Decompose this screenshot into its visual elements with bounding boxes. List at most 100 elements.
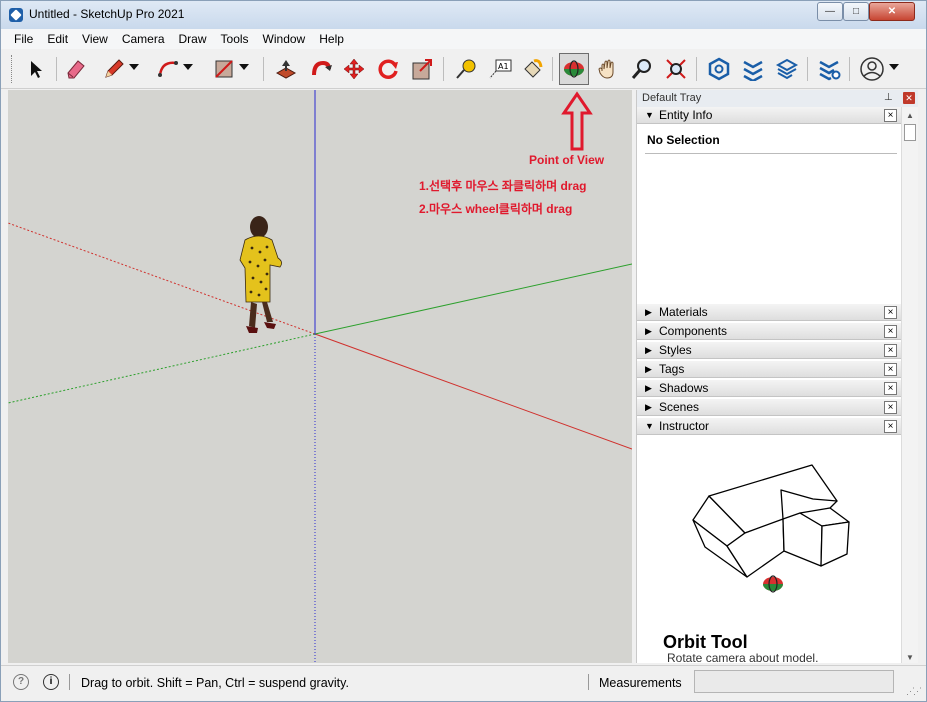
follow-me-tool-button[interactable]	[306, 53, 336, 85]
menu-draw[interactable]: Draw	[172, 32, 214, 46]
zoom-extents-tool-icon	[666, 59, 686, 79]
extension-warehouse-icon	[743, 60, 763, 81]
eraser-tool-button[interactable]	[61, 53, 91, 85]
select-tool-icon	[31, 61, 42, 78]
menu-camera[interactable]: Camera	[115, 32, 172, 46]
menu-file[interactable]: File	[7, 32, 40, 46]
panel-close-icon[interactable]: ×	[884, 306, 897, 319]
tray-scrollbar[interactable]: ▲ ▼	[901, 107, 918, 663]
pan-tool-button[interactable]	[593, 53, 623, 85]
status-divider	[69, 674, 70, 690]
panel-close-icon[interactable]: ×	[884, 363, 897, 376]
line-tool-button[interactable]	[99, 53, 139, 85]
menu-tools[interactable]: Tools	[214, 32, 256, 46]
figure-right-shoe	[264, 322, 276, 329]
push-pull-tool-button[interactable]	[271, 53, 301, 85]
panel-materials[interactable]: ▶ Materials ×	[637, 304, 901, 321]
menu-bar: File Edit View Camera Draw Tools Window …	[1, 29, 926, 49]
orbit-tool-button[interactable]	[559, 53, 589, 85]
instructor-tool-title: Orbit Tool	[663, 632, 748, 652]
rotate-tool-button[interactable]	[373, 53, 403, 85]
panel-label: Styles	[659, 343, 692, 357]
menu-view[interactable]: View	[75, 32, 115, 46]
paint-bucket-tool-button[interactable]	[517, 53, 547, 85]
status-bar: ? i Drag to orbit. Shift = Pan, Ctrl = s…	[1, 665, 926, 701]
rectangle-tool-icon	[215, 60, 233, 78]
toolbar-separator	[552, 57, 553, 81]
scale-tool-icon	[412, 59, 432, 80]
arc-dropdown-arrow[interactable]	[183, 64, 193, 70]
menu-help[interactable]: Help	[312, 32, 351, 46]
red-axis-positive	[314, 333, 632, 450]
panel-close-icon[interactable]: ×	[884, 344, 897, 357]
minimize-button[interactable]: —	[817, 2, 843, 21]
scale-tool-button[interactable]	[407, 53, 437, 85]
scale-figure[interactable]	[239, 216, 282, 333]
expanded-arrow-icon: ▼	[645, 421, 654, 431]
panel-scenes[interactable]: ▶ Scenes ×	[637, 399, 901, 416]
extension-warehouse-button[interactable]	[738, 53, 768, 85]
panel-close-icon[interactable]: ×	[884, 382, 897, 395]
maximize-button[interactable]: □	[843, 2, 869, 21]
rectangle-dropdown-arrow[interactable]	[239, 64, 249, 70]
scroll-down-arrow-icon[interactable]: ▼	[906, 653, 914, 662]
panel-label: Components	[659, 324, 728, 338]
send-to-layout-button[interactable]	[772, 53, 802, 85]
geo-location-icon[interactable]: ?	[13, 674, 29, 690]
annotation-up-arrow	[561, 91, 593, 151]
arc-tool-icon	[158, 61, 178, 77]
tray-close-icon[interactable]: ✕	[903, 92, 915, 104]
resize-grip-icon[interactable]: ⋰⋰	[906, 686, 922, 697]
account-dropdown-arrow[interactable]	[889, 64, 899, 70]
toolbar-separator	[807, 57, 808, 81]
annotation-line-1: 1.선택후 마우스 좌클릭하며 drag	[419, 179, 587, 193]
menu-window[interactable]: Window	[256, 32, 313, 46]
annotation-title: Point of View	[529, 153, 605, 167]
svg-text:A1: A1	[498, 62, 509, 71]
panel-label: Materials	[659, 305, 708, 319]
pan-tool-icon	[598, 59, 614, 79]
default-tray: Default Tray ⊥ ✕ ▼ Entity Info × No Sele…	[636, 90, 918, 663]
panel-close-icon[interactable]: ×	[884, 325, 897, 338]
3d-warehouse-button[interactable]	[704, 53, 734, 85]
panel-styles[interactable]: ▶ Styles ×	[637, 342, 901, 359]
arc-tool-button[interactable]	[153, 53, 193, 85]
model-viewport[interactable]: Point of View 1.선택후 마우스 좌클릭하며 drag 2.마우스…	[8, 90, 632, 663]
panel-close-icon[interactable]: ×	[884, 401, 897, 414]
toolbar-grip[interactable]	[11, 55, 14, 83]
panel-close-icon[interactable]: ×	[884, 109, 897, 122]
zoom-tool-button[interactable]	[627, 53, 657, 85]
main-toolbar: A1	[1, 49, 926, 89]
panel-tags[interactable]: ▶ Tags ×	[637, 361, 901, 378]
panel-instructor[interactable]: ▼ Instructor ×	[637, 418, 901, 435]
panel-close-icon[interactable]: ×	[884, 420, 897, 433]
instructor-info-icon[interactable]: i	[43, 674, 59, 690]
zoom-extents-tool-button[interactable]	[661, 53, 691, 85]
move-tool-button[interactable]	[339, 53, 369, 85]
3d-warehouse-icon	[708, 57, 730, 81]
scroll-up-arrow-icon[interactable]: ▲	[906, 111, 914, 120]
instructor-house-illustration	[692, 464, 850, 578]
panel-components[interactable]: ▶ Components ×	[637, 323, 901, 340]
entity-info-body: No Selection	[637, 125, 901, 305]
text-tool-button[interactable]: A1	[485, 53, 515, 85]
rectangle-tool-button[interactable]	[209, 53, 249, 85]
scroll-thumb[interactable]	[904, 124, 916, 141]
select-tool-button[interactable]	[21, 53, 51, 85]
menu-edit[interactable]: Edit	[40, 32, 75, 46]
orbit-tool-icon	[564, 60, 584, 78]
rotate-tool-icon	[378, 59, 398, 79]
panel-shadows[interactable]: ▶ Shadows ×	[637, 380, 901, 397]
panel-entity-info[interactable]: ▼ Entity Info ×	[637, 107, 901, 124]
account-button[interactable]	[857, 53, 899, 85]
close-button[interactable]: ✕	[869, 2, 915, 21]
title-bar[interactable]: Untitled - SketchUp Pro 2021 — □ ✕	[1, 1, 926, 29]
push-pull-tool-icon	[275, 60, 297, 79]
zoom-tool-icon	[631, 59, 651, 79]
tray-pin-icon[interactable]: ⊥	[884, 92, 893, 103]
extension-manager-button[interactable]	[814, 53, 844, 85]
text-tool-icon: A1	[489, 59, 512, 79]
measurements-input[interactable]	[694, 670, 894, 693]
tape-measure-tool-button[interactable]	[451, 53, 481, 85]
line-dropdown-arrow[interactable]	[129, 64, 139, 70]
